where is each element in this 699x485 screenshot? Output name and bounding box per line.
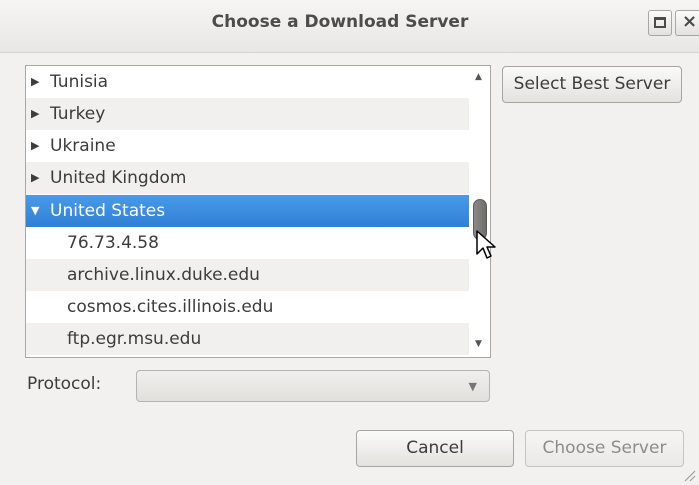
maximize-button[interactable] [648, 10, 672, 36]
expand-arrow-icon[interactable]: ▶ [31, 130, 39, 162]
close-icon: × [682, 11, 698, 32]
protocol-combobox[interactable]: ▼ [136, 370, 490, 402]
list-item-server[interactable]: cosmos.cites.illinois.edu [26, 291, 469, 323]
select-best-server-button[interactable]: Select Best Server [502, 66, 682, 103]
list-item-label: United Kingdom [50, 168, 187, 188]
list-item-label: United States [50, 201, 166, 221]
list-item-turkey[interactable]: ▶ Turkey [26, 98, 469, 130]
list-item-label: Turkey [50, 104, 106, 124]
list-item-ukraine[interactable]: ▶ Ukraine [26, 130, 469, 162]
list-item-server[interactable]: archive.linux.duke.edu [26, 259, 469, 291]
scroll-up-icon[interactable]: ▲ [475, 72, 482, 82]
collapse-arrow-icon[interactable]: ▼ [31, 195, 39, 227]
list-item-united-states[interactable]: ▼ United States [26, 195, 469, 227]
scroll-down-icon[interactable]: ▼ [475, 339, 482, 349]
list-item-server[interactable]: ftp.egr.msu.edu [26, 323, 469, 355]
vertical-scrollbar[interactable]: ▲ ▼ [469, 66, 490, 357]
list-item-tunisia[interactable]: ▶ Tunisia [26, 66, 469, 98]
list-item-label: archive.linux.duke.edu [67, 265, 260, 285]
list-item-label: cosmos.cites.illinois.edu [67, 297, 274, 317]
mouse-pointer-icon [476, 230, 496, 259]
window-title: Choose a Download Server [211, 12, 469, 32]
dropdown-arrow-icon: ▼ [468, 380, 477, 393]
maximize-icon [654, 17, 666, 28]
server-list[interactable]: ▶ Tunisia ▶ Turkey ▶ Ukraine ▶ United Ki… [25, 65, 491, 358]
expand-arrow-icon[interactable]: ▶ [31, 66, 39, 98]
list-item-label: ftp.egr.msu.edu [67, 329, 202, 349]
choose-server-button[interactable]: Choose Server [525, 430, 684, 467]
close-button[interactable]: × [675, 10, 699, 36]
expand-arrow-icon[interactable]: ▶ [31, 162, 39, 194]
cancel-button[interactable]: Cancel [356, 430, 514, 467]
resize-grip-icon[interactable] [682, 468, 696, 482]
list-item-united-kingdom[interactable]: ▶ United Kingdom [26, 162, 469, 194]
list-item-label: Tunisia [50, 72, 109, 92]
protocol-label: Protocol: [27, 374, 102, 394]
list-item-label: Ukraine [50, 136, 116, 156]
title-bar[interactable]: Choose a Download Server × [0, 0, 699, 53]
list-item-label: 76.73.4.58 [67, 233, 159, 253]
list-item-server[interactable]: 76.73.4.58 [26, 227, 469, 259]
expand-arrow-icon[interactable]: ▶ [31, 98, 39, 130]
